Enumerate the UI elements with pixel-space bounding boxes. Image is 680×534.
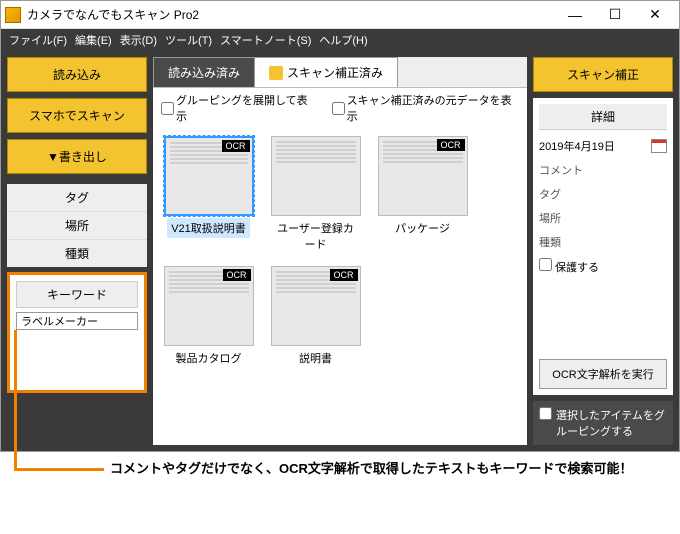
titlebar: カメラでなんでもスキャン Pro2 — ☐ ✕ xyxy=(1,1,679,29)
smartphone-scan-button[interactable]: スマホでスキャン xyxy=(7,98,147,133)
thumbnail-caption: 説明書 xyxy=(295,348,336,368)
side-item-tag[interactable]: タグ xyxy=(7,184,147,212)
thumbnail-image xyxy=(271,136,361,216)
place-label: 場所 xyxy=(539,210,667,226)
export-button[interactable]: ▼書き出し xyxy=(7,139,147,174)
menu-help[interactable]: ヘルプ(H) xyxy=(319,32,367,48)
check-expand-box[interactable] xyxy=(161,102,174,115)
thumbnail-grid: OCRV21取扱説明書ユーザー登録カードOCRパッケージOCR製品カタログOCR… xyxy=(153,128,527,376)
side-list: タグ 場所 種類 xyxy=(7,184,147,267)
group-checkbox[interactable] xyxy=(539,407,552,420)
protect-checkbox[interactable] xyxy=(539,258,552,271)
ocr-badge: OCR xyxy=(437,139,465,151)
thumbnail-image: OCR xyxy=(164,266,254,346)
tab-corrected-label: スキャン補正済み xyxy=(287,64,383,81)
menu-edit[interactable]: 編集(E) xyxy=(75,32,112,48)
keyword-label: キーワード xyxy=(16,281,138,308)
ocr-run-button[interactable]: OCR文字解析を実行 xyxy=(539,359,667,389)
keyword-box: キーワード xyxy=(7,272,147,393)
options-row: グルーピングを展開して表示 スキャン補正済みの元データを表示 xyxy=(153,88,527,128)
minimize-button[interactable]: — xyxy=(555,1,595,29)
ocr-badge: OCR xyxy=(330,269,358,281)
type-label: 種類 xyxy=(539,234,667,250)
scan-icon xyxy=(269,66,283,80)
tag-label: タグ xyxy=(539,186,667,202)
thumbnail-image: OCR xyxy=(271,266,361,346)
annotation-line-v xyxy=(14,330,17,470)
tab-corrected[interactable]: スキャン補正済み xyxy=(254,57,398,87)
scan-correct-button[interactable]: スキャン補正 xyxy=(533,57,673,92)
thumbnail-caption: 製品カタログ xyxy=(172,348,246,368)
side-item-type[interactable]: 種類 xyxy=(7,240,147,267)
menu-view[interactable]: 表示(D) xyxy=(120,32,157,48)
detail-panel: 詳細 2019年4月19日 コメント タグ 場所 種類 保護する OCR文字解析… xyxy=(533,98,673,395)
thumbnail-image: OCR xyxy=(378,136,468,216)
tab-loaded[interactable]: 読み込み済み xyxy=(153,57,255,87)
thumbnail-item[interactable]: OCR パッケージ xyxy=(375,136,470,254)
thumbnail-item[interactable]: ユーザー登録カード xyxy=(268,136,363,254)
thumbnail-item[interactable]: OCR 製品カタログ xyxy=(161,266,256,368)
thumbnail-caption: パッケージ xyxy=(391,218,454,238)
center-panel: 読み込み済み スキャン補正済み グルーピングを展開して表示 スキャン補正済みの元… xyxy=(153,57,527,445)
thumbnail-caption: V21取扱説明書 xyxy=(167,218,250,238)
check-orig[interactable]: スキャン補正済みの元データを表示 xyxy=(332,92,519,124)
read-button[interactable]: 読み込み xyxy=(7,57,147,92)
keyword-input[interactable] xyxy=(16,312,138,330)
content: 読み込み スマホでスキャン ▼書き出し タグ 場所 種類 キーワード 読み込み済… xyxy=(1,51,679,451)
protect-check[interactable]: 保護する xyxy=(539,258,667,275)
detail-header: 詳細 xyxy=(539,104,667,130)
app-window: カメラでなんでもスキャン Pro2 — ☐ ✕ ファイル(F) 編集(E) 表示… xyxy=(0,0,680,452)
date-value: 2019年4月19日 xyxy=(539,138,615,154)
app-icon xyxy=(5,7,21,23)
check-expand[interactable]: グルーピングを展開して表示 xyxy=(161,92,316,124)
side-item-place[interactable]: 場所 xyxy=(7,212,147,240)
check-orig-box[interactable] xyxy=(332,102,345,115)
group-label: 選択したアイテムをグルーピングする xyxy=(556,407,667,439)
thumbnail-image: OCR xyxy=(164,136,254,216)
menu-file[interactable]: ファイル(F) xyxy=(9,32,67,48)
app-title: カメラでなんでもスキャン Pro2 xyxy=(27,6,555,23)
maximize-button[interactable]: ☐ xyxy=(595,1,635,29)
ocr-badge: OCR xyxy=(223,269,251,281)
annotation-line-h xyxy=(14,468,104,471)
close-button[interactable]: ✕ xyxy=(635,1,675,29)
thumbnail-item[interactable]: OCR 説明書 xyxy=(268,266,363,368)
group-box[interactable]: 選択したアイテムをグルーピングする xyxy=(533,401,673,445)
calendar-icon[interactable] xyxy=(651,139,667,153)
right-sidebar: スキャン補正 詳細 2019年4月19日 コメント タグ 場所 種類 保護する … xyxy=(533,57,673,445)
comment-label: コメント xyxy=(539,162,667,178)
ocr-badge: OCR xyxy=(222,140,250,152)
menu-smartnote[interactable]: スマートノート(S) xyxy=(220,32,311,48)
menu-tool[interactable]: ツール(T) xyxy=(165,32,212,48)
left-sidebar: 読み込み スマホでスキャン ▼書き出し タグ 場所 種類 キーワード xyxy=(7,57,147,445)
thumbnail-caption: ユーザー登録カード xyxy=(268,218,363,254)
tabs: 読み込み済み スキャン補正済み xyxy=(153,57,527,88)
thumbnail-item[interactable]: OCR V21取扱説明書 xyxy=(161,136,256,254)
menubar: ファイル(F) 編集(E) 表示(D) ツール(T) スマートノート(S) ヘル… xyxy=(1,29,679,51)
annotation-text: コメントやタグだけでなく、OCR文字解析で取得したテキストもキーワードで検索可能… xyxy=(110,458,633,477)
